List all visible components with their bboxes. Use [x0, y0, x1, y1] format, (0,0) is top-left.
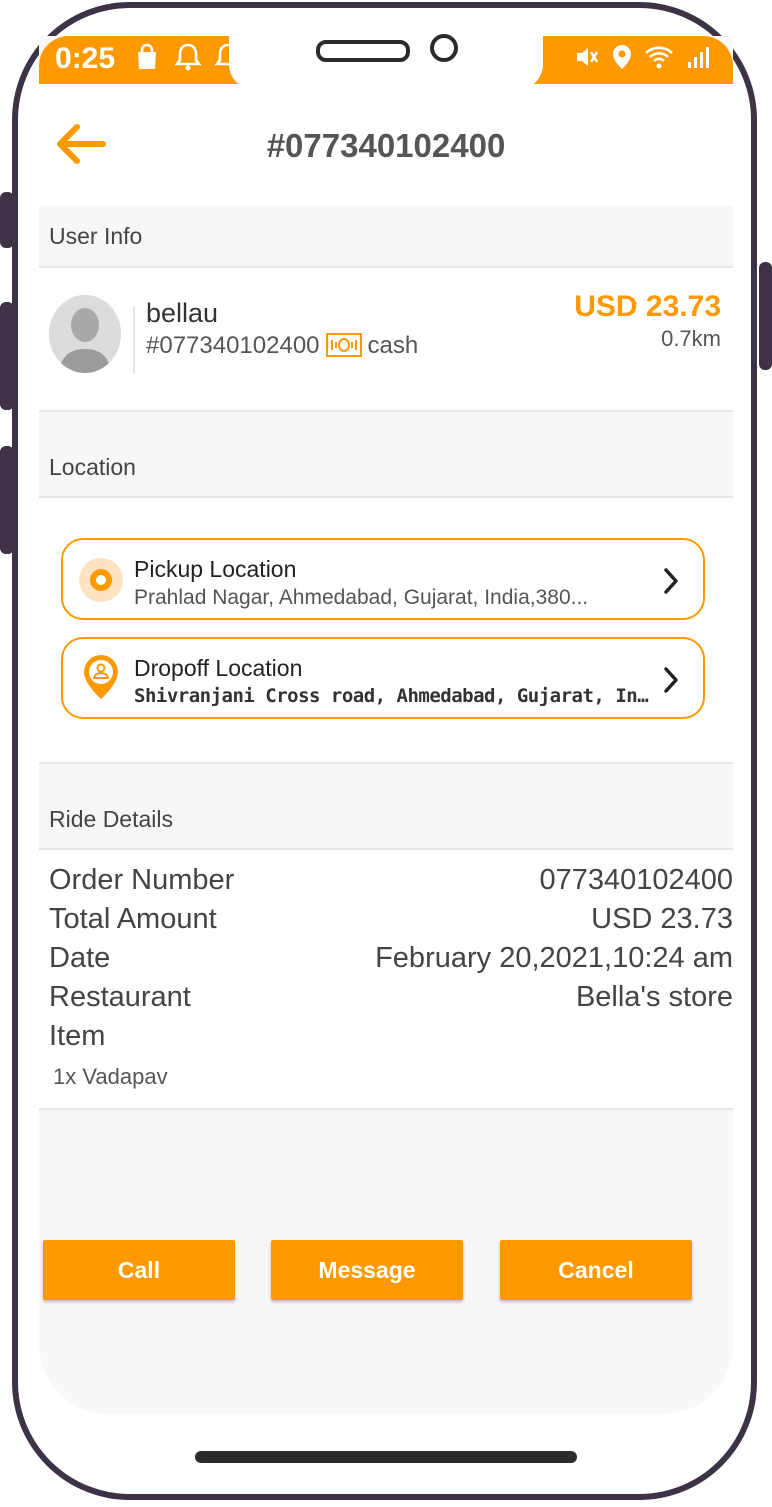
power-button	[759, 262, 772, 370]
pickup-label: Pickup Location	[134, 556, 297, 582]
user-avatar-icon	[49, 295, 121, 373]
detail-key: Restaurant	[49, 981, 191, 1013]
detail-value: USD 23.73	[591, 903, 733, 935]
location-pin-icon	[613, 45, 632, 69]
call-button[interactable]: Call	[43, 1240, 235, 1300]
dropoff-label: Dropoff Location	[134, 655, 303, 681]
section-label: User Info	[49, 223, 143, 249]
detail-value: February 20,2021,10:24 am	[375, 942, 733, 974]
message-button[interactable]: Message	[271, 1240, 463, 1300]
chevron-right-icon	[664, 667, 678, 693]
app-screen: 0:25 #077340102400 User Info bellau #077…	[39, 36, 733, 1414]
shopping-bag-icon	[138, 43, 156, 69]
location-card: Pickup Location Prahlad Nagar, Ahmedabad…	[39, 496, 733, 764]
home-indicator[interactable]	[195, 1451, 577, 1463]
payment-method: cash	[367, 332, 419, 359]
ride-details-card: Order Number 077340102400 Total Amount U…	[39, 848, 733, 1110]
username: bellau	[146, 298, 219, 328]
dropoff-location-card[interactable]: Dropoff Location Shivranjani Cross road,…	[61, 637, 705, 719]
section-label: Ride Details	[49, 806, 173, 832]
cancel-button[interactable]: Cancel	[500, 1240, 692, 1300]
user-card: bellau #077340102400 cash USD 23.73 0.7km	[39, 266, 733, 412]
detail-key: Item	[49, 1020, 106, 1052]
order-line: #077340102400 cash	[146, 332, 418, 361]
pickup-target-icon	[79, 558, 123, 602]
mute-icon	[577, 48, 599, 66]
avatar	[49, 295, 121, 373]
section-header-user-info: User Info	[39, 206, 733, 266]
section-header-ride-details: Ride Details	[39, 764, 733, 848]
chevron-right-icon	[664, 568, 678, 594]
dropoff-address: Shivranjani Cross road, Ahmedabad, Gujar…	[134, 685, 654, 707]
wifi-icon	[645, 46, 674, 69]
distance: 0.7km	[661, 326, 721, 351]
system-icons	[574, 44, 712, 77]
pickup-location-card[interactable]: Pickup Location Prahlad Nagar, Ahmedabad…	[61, 538, 705, 620]
signal-icon	[687, 47, 709, 68]
price: USD 23.73	[574, 290, 721, 323]
detail-value: Bella's store	[575, 981, 733, 1013]
list-item: 1x Vadapav	[53, 1064, 168, 1089]
page-title: #077340102400	[266, 127, 506, 164]
section-label: Location	[49, 454, 136, 480]
divider	[133, 306, 135, 374]
detail-key: Date	[49, 942, 111, 974]
detail-key: Order Number	[49, 864, 235, 896]
bell-icon	[174, 43, 202, 71]
section-header-location: Location	[39, 412, 733, 496]
detail-key: Total Amount	[49, 903, 217, 935]
notification-icons	[134, 42, 242, 75]
detail-value: 077340102400	[539, 864, 733, 896]
order-number: #077340102400	[146, 332, 320, 359]
cash-icon	[325, 332, 362, 357]
dropoff-pin-icon	[84, 655, 118, 699]
speaker	[316, 40, 410, 62]
pickup-address: Prahlad Nagar, Ahmedabad, Gujarat, India…	[134, 586, 589, 609]
status-time: 0:25	[55, 42, 116, 75]
app-bar: #077340102400	[39, 84, 733, 206]
front-camera	[430, 34, 458, 62]
